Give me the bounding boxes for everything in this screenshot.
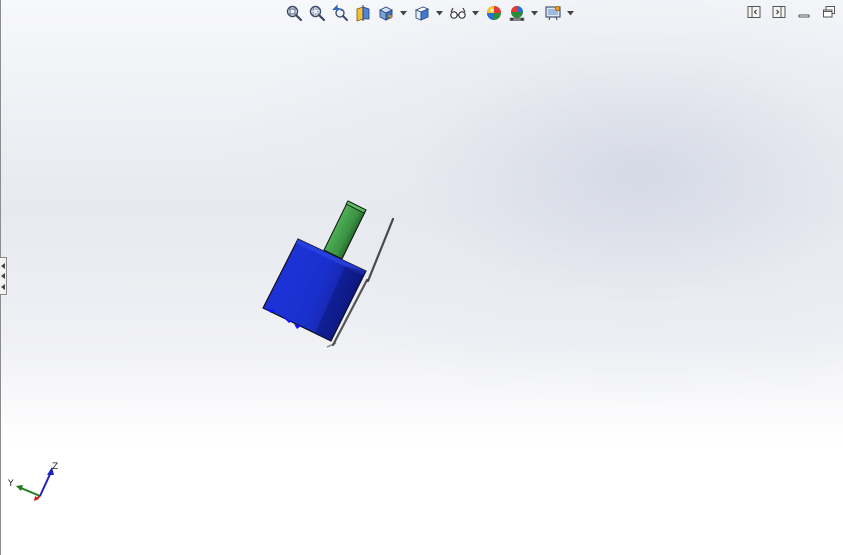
section-view-button[interactable] (352, 2, 374, 24)
section-view-icon (356, 5, 370, 22)
display-style-icon (414, 6, 430, 21)
edit-appearance-icon (487, 6, 501, 20)
chevron-down-icon (399, 10, 407, 15)
zoom-to-area-icon (309, 5, 326, 22)
hide-show-items-button[interactable] (447, 2, 469, 24)
previous-view-icon (332, 4, 348, 21)
view-settings-button[interactable] (542, 2, 564, 24)
triad-z-label: Z (52, 462, 58, 472)
document-window-controls (737, 4, 837, 20)
chevron-down-icon (530, 10, 538, 15)
chevron-down-icon (471, 10, 479, 15)
edit-appearance-button[interactable] (483, 2, 505, 24)
view-settings-icon (545, 5, 561, 21)
apply-scene-icon (509, 6, 525, 21)
y-axis (20, 487, 41, 497)
apply-scene-button[interactable] (506, 2, 528, 24)
feature-manager-collapse-tab[interactable] (0, 257, 7, 295)
heads-up-view-toolbar (283, 2, 578, 24)
chevron-left-icon (1, 273, 5, 279)
tile-horizontal-button[interactable] (746, 4, 762, 20)
display-style-dropdown[interactable] (434, 2, 444, 24)
chevron-left-icon (1, 262, 5, 269)
zoom-to-fit-icon (286, 5, 303, 22)
zoom-to-area-button[interactable] (306, 2, 328, 24)
view-orientation-icon (378, 6, 394, 21)
tile-vertical-icon (772, 6, 786, 18)
reference-triad: Y Z (7, 462, 58, 501)
restore-icon (823, 6, 835, 18)
view-orientation-button[interactable] (375, 2, 397, 24)
tile-horizontal-icon (747, 6, 761, 18)
apply-scene-dropdown[interactable] (529, 2, 539, 24)
hide-show-items-icon (450, 7, 466, 19)
y-axis-arrow-icon (16, 485, 23, 491)
view-settings-dropdown[interactable] (565, 2, 575, 24)
hide-show-items-dropdown[interactable] (470, 2, 480, 24)
chevron-left-icon (1, 283, 5, 290)
minimize-icon (798, 14, 810, 18)
minimize-button[interactable] (796, 4, 812, 20)
part-model[interactable] (0, 0, 843, 555)
tile-vertical-button[interactable] (771, 4, 787, 20)
view-orientation-dropdown[interactable] (398, 2, 408, 24)
chevron-down-icon (566, 10, 574, 15)
z-axis (39, 471, 52, 497)
previous-view-button[interactable] (329, 2, 351, 24)
triad-y-label: Y (7, 479, 14, 489)
graphics-area[interactable]: Y Z (0, 0, 843, 555)
display-style-button[interactable] (411, 2, 433, 24)
chevron-down-icon (435, 10, 443, 15)
zoom-to-fit-button[interactable] (283, 2, 305, 24)
restore-button[interactable] (821, 4, 837, 20)
